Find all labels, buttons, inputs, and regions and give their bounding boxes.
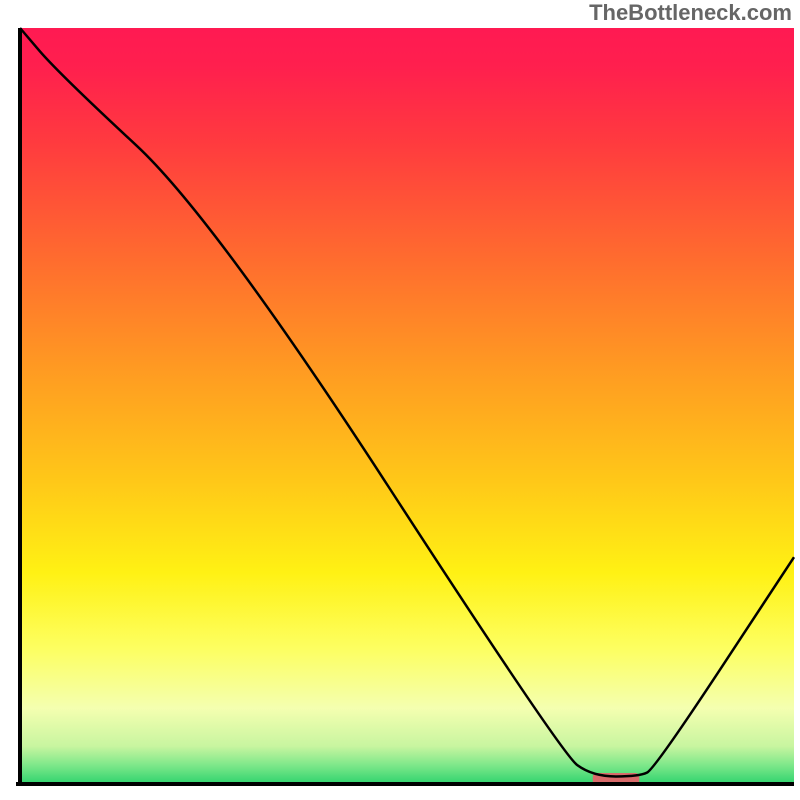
chart-svg <box>0 0 800 800</box>
watermark-text: TheBottleneck.com <box>589 0 792 26</box>
plot-background <box>20 28 794 784</box>
chart-container: TheBottleneck.com <box>0 0 800 800</box>
